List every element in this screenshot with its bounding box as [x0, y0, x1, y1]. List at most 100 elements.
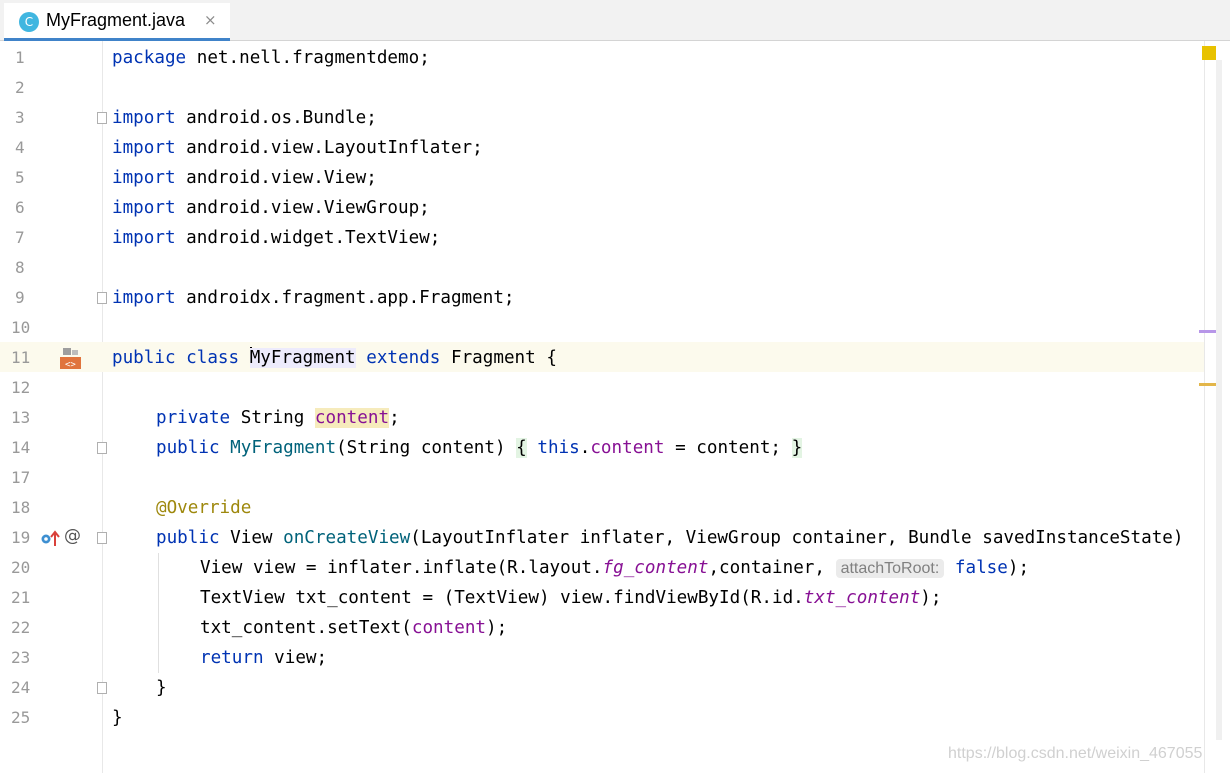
keyword: private	[156, 408, 241, 428]
indent-guide	[158, 553, 159, 673]
vertical-scrollbar[interactable]	[1216, 60, 1222, 740]
code-line-6[interactable]: import android.view.ViewGroup;	[112, 193, 430, 223]
keyword: extends	[355, 348, 451, 368]
line-number: 19	[11, 528, 31, 547]
code-text: Fragment {	[450, 348, 557, 368]
line-number: 9	[15, 288, 25, 307]
line-number: 4	[15, 138, 25, 157]
code-line-4[interactable]: import android.view.LayoutInflater;	[112, 133, 483, 163]
watermark: https://blog.csdn.net/weixin_467055	[948, 745, 1203, 762]
override-arrow-icon[interactable]	[40, 529, 60, 549]
code-text: ;	[389, 408, 400, 428]
code-line-9[interactable]: import androidx.fragment.app.Fragment;	[112, 283, 515, 313]
code-text: );	[1007, 558, 1030, 578]
keyword: import	[112, 168, 176, 188]
svg-text:<>: <>	[65, 360, 76, 370]
code-text: TextView txt_content = (TextView) view.f…	[200, 588, 804, 608]
code-line-7[interactable]: import android.widget.TextView;	[112, 223, 440, 253]
code-text: );	[920, 588, 942, 608]
fragment-layout-icon[interactable]: <>	[59, 347, 83, 371]
code-text: );	[486, 618, 508, 638]
fold-expand-marker[interactable]	[97, 442, 107, 454]
fold-marker[interactable]	[97, 292, 107, 304]
inspection-status-icon[interactable]	[1202, 46, 1216, 60]
parameter-hint: attachToRoot:	[835, 559, 945, 578]
resource-id: fg_content	[602, 558, 709, 578]
method-name: MyFragment	[230, 438, 337, 458]
keyword: import	[112, 228, 176, 248]
line-number: 11	[11, 348, 31, 367]
line-number: 5	[15, 168, 25, 187]
line-number: 22	[11, 618, 31, 637]
line-number: 14	[11, 438, 31, 457]
code-text: ,container,	[708, 558, 836, 578]
line-number: 12	[11, 378, 31, 397]
code-line-21[interactable]: TextView txt_content = (TextView) view.f…	[200, 583, 941, 613]
field-name: content	[314, 408, 390, 428]
code-text: String	[240, 408, 315, 428]
code-line-24[interactable]: }	[156, 673, 167, 703]
tab-myfragment-java[interactable]: C MyFragment.java ×	[4, 3, 230, 41]
editor-tab-bar: C MyFragment.java ×	[0, 0, 1230, 41]
line-number: 8	[15, 258, 25, 277]
keyword: import	[112, 138, 176, 158]
keyword: import	[112, 288, 176, 308]
field-name: content	[590, 438, 665, 458]
keyword: import	[112, 198, 176, 218]
code-text: .	[579, 438, 591, 458]
code-line-19[interactable]: public View onCreateView(LayoutInflater …	[156, 523, 1183, 553]
line-number: 17	[11, 468, 31, 487]
line-number: 3	[15, 108, 25, 127]
fold-marker[interactable]	[97, 682, 107, 694]
keyword: import	[112, 108, 176, 128]
code-line-11[interactable]: public class MyFragment extends Fragment…	[112, 343, 557, 373]
keyword: public	[156, 528, 231, 548]
code-text: = content;	[664, 438, 792, 458]
line-number: 24	[11, 678, 31, 697]
code-text: (String content)	[336, 438, 517, 458]
code-text: androidx.fragment.app.Fragment;	[175, 288, 515, 308]
line-number: 20	[11, 558, 31, 577]
keyword: package	[112, 48, 187, 68]
line-number: 23	[11, 648, 31, 667]
code-line-14[interactable]: public MyFragment(String content) { this…	[156, 433, 803, 463]
code-line-3[interactable]: import android.os.Bundle;	[112, 103, 377, 133]
line-number: 25	[11, 708, 31, 727]
code-text: android.view.LayoutInflater;	[175, 138, 483, 158]
line-number: 18	[11, 498, 31, 517]
brace: {	[516, 438, 527, 458]
code-line-13[interactable]: private String content;	[156, 403, 400, 433]
keyword: public	[156, 438, 231, 458]
code-text: android.os.Bundle;	[175, 108, 377, 128]
line-number: 6	[15, 198, 25, 217]
at-annotation-icon[interactable]: @	[64, 526, 81, 546]
code-text: View view = inflater.inflate(R.layout.	[200, 558, 603, 578]
code-line-23[interactable]: return view;	[200, 643, 327, 673]
keyword: this	[526, 438, 580, 458]
code-text: View	[230, 528, 284, 548]
line-number: 7	[15, 228, 25, 247]
code-line-5[interactable]: import android.view.View;	[112, 163, 377, 193]
right-margin-line	[1204, 41, 1205, 773]
fold-marker[interactable]	[97, 532, 107, 544]
code-line-20[interactable]: View view = inflater.inflate(R.layout.fg…	[200, 553, 1029, 583]
code-line-25[interactable]: }	[112, 703, 123, 733]
tab-title: MyFragment.java	[46, 10, 186, 30]
keyword: false	[944, 558, 1008, 578]
method-name: onCreateView	[283, 528, 411, 548]
code-text: txt_content.setText(	[200, 618, 412, 638]
code-text: view;	[263, 648, 328, 668]
code-line-22[interactable]: txt_content.setText(content);	[200, 613, 507, 643]
class-name: MyFragment	[249, 348, 356, 368]
fold-marker[interactable]	[97, 112, 107, 124]
close-tab-icon[interactable]: ×	[204, 11, 217, 29]
line-number: 21	[11, 588, 31, 607]
code-text: android.view.ViewGroup;	[175, 198, 430, 218]
resource-id: txt_content	[803, 588, 921, 608]
keyword: public class	[112, 348, 250, 368]
code-line-1[interactable]: package net.nell.fragmentdemo;	[112, 43, 430, 73]
brace: }	[791, 438, 803, 458]
line-number: 10	[11, 318, 31, 337]
code-text: android.view.View;	[175, 168, 377, 188]
code-line-18[interactable]: @Override	[156, 493, 251, 523]
